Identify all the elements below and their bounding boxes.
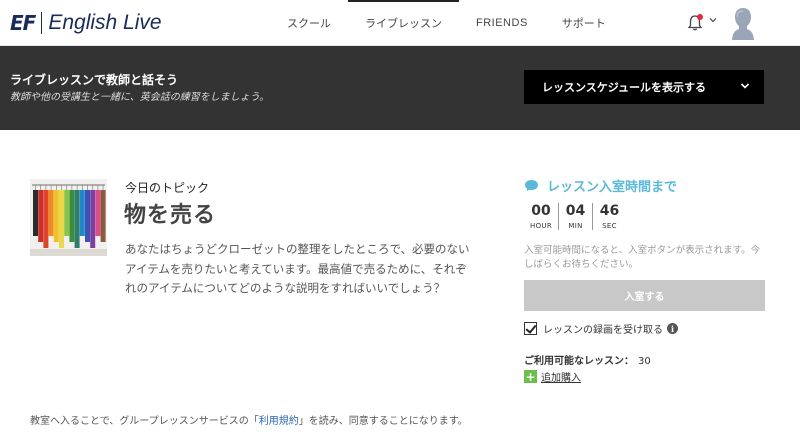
main-nav: スクール ライブレッスン FRIENDS サポート bbox=[270, 0, 623, 46]
topic-label: 今日のトピック bbox=[125, 181, 210, 195]
enter-classroom-label: 入室する bbox=[624, 292, 665, 303]
timer-seconds-value: 46 bbox=[599, 203, 620, 219]
timer-minutes-value: 04 bbox=[565, 203, 586, 219]
lesson-schedule-label: レッスンスケジュールを表示する bbox=[542, 82, 707, 94]
plus-icon: + bbox=[524, 369, 537, 384]
chevron-down-icon[interactable] bbox=[709, 16, 717, 24]
nav-school[interactable]: スクール bbox=[270, 0, 348, 46]
add-purchase-link[interactable]: 追加購入 bbox=[541, 369, 581, 384]
lesson-schedule-button[interactable]: レッスンスケジュールを表示する bbox=[524, 70, 764, 104]
top-header: EF English Live スクール ライブレッスン FRIENDS サポー… bbox=[0, 0, 800, 46]
live-lesson-banner: ライブレッスンで教師と話そう 教師や他の受講生と一緒に、英会話の練習をしましょう… bbox=[0, 46, 800, 130]
terms-notice: 教室へ入ることで、グループレッスンサービスの「利用規約」を読み、同意することにな… bbox=[30, 412, 468, 427]
nav-live-lesson[interactable]: ライブレッスン bbox=[348, 0, 459, 46]
nav-friends[interactable]: FRIENDS bbox=[459, 0, 545, 46]
notification-dot bbox=[697, 14, 703, 20]
logo-divider bbox=[41, 12, 43, 34]
banner-subtitle: 教師や他の受講生と一緒に、英会話の練習をしましょう。 bbox=[10, 92, 270, 103]
record-checkbox[interactable] bbox=[524, 322, 537, 335]
avatar[interactable] bbox=[732, 6, 754, 40]
chat-bubble-icon bbox=[525, 180, 538, 192]
enter-note: 入室可能時間になると、入室ボタンが表示されます。今しばらくお待ちください。 bbox=[524, 245, 761, 270]
timer-minutes: 04 MIN bbox=[558, 203, 592, 230]
topic-description: あなたはちょうどクローゼットの整理をしたところで、必要のないアイテムを売りたいと… bbox=[125, 242, 470, 295]
available-lessons: ご利用可能なレッスン： 30 bbox=[524, 352, 651, 367]
logo-text: English Live bbox=[48, 11, 162, 34]
timer-seconds-label: SEC bbox=[602, 222, 617, 230]
available-lessons-label: ご利用可能なレッスン： bbox=[524, 356, 634, 367]
enter-classroom-button[interactable]: 入室する bbox=[524, 280, 765, 311]
clothes-rack-photo bbox=[30, 179, 107, 256]
timer-minutes-label: MIN bbox=[568, 222, 583, 230]
nav-support[interactable]: サポート bbox=[545, 0, 623, 46]
logo-mark: EF bbox=[10, 11, 36, 35]
timer-hours-label: HOUR bbox=[530, 222, 552, 230]
topic-image bbox=[30, 179, 107, 256]
timer-hours-value: 00 bbox=[531, 203, 551, 219]
record-option: レッスンの録画を受け取る i bbox=[524, 321, 678, 336]
countdown-header: レッスン入室時間まで bbox=[524, 176, 677, 195]
terms-prefix: 教室へ入ることで、グループレッスンサービスの「 bbox=[30, 416, 259, 427]
available-lessons-count: 30 bbox=[638, 356, 651, 367]
countdown-timer: 00 HOUR 04 MIN 46 SEC bbox=[524, 203, 626, 230]
timer-seconds: 46 SEC bbox=[592, 203, 626, 230]
record-label[interactable]: レッスンの録画を受け取る bbox=[543, 321, 663, 336]
info-icon[interactable]: i bbox=[667, 323, 678, 334]
banner-title: ライブレッスンで教師と話そう bbox=[10, 73, 179, 87]
add-purchase[interactable]: + 追加購入 bbox=[524, 369, 581, 384]
countdown-title: レッスン入室時間まで bbox=[547, 180, 678, 195]
timer-hours: 00 HOUR bbox=[524, 203, 558, 230]
ef-logo[interactable]: EF English Live bbox=[10, 10, 162, 36]
terms-of-use-link[interactable]: 利用規約 bbox=[259, 416, 299, 427]
terms-suffix: 」を読み、同意することになります。 bbox=[298, 416, 468, 427]
chevron-down-icon bbox=[740, 83, 750, 89]
topic-title: 物を売る bbox=[124, 203, 217, 228]
